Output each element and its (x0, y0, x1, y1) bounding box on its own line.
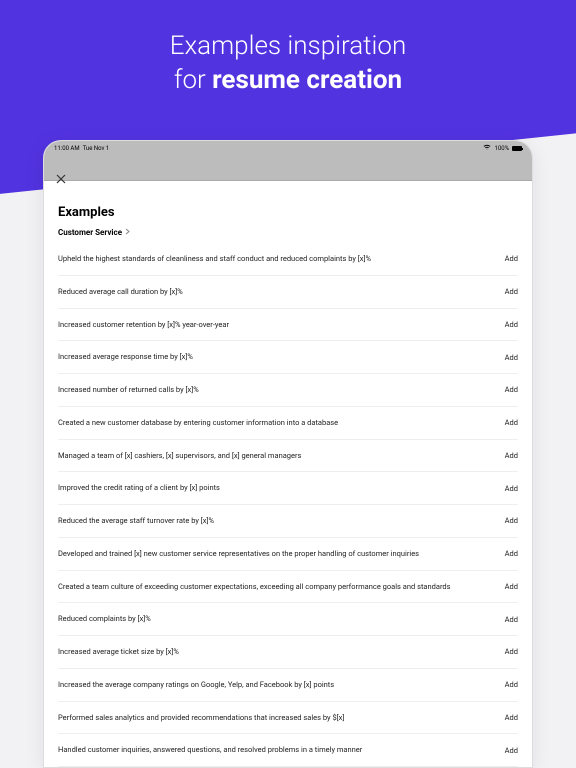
example-row: Improved the credit rating of a client b… (58, 472, 518, 505)
category-selector[interactable]: Customer Service (58, 228, 518, 243)
add-button[interactable]: Add (505, 451, 518, 460)
example-row: Reduced average call duration by [x]% Add (58, 276, 518, 309)
example-text: Increased number of returned calls by [x… (58, 385, 495, 395)
close-icon[interactable] (56, 173, 66, 187)
example-row: Performed sales analytics and provided r… (58, 702, 518, 735)
add-button[interactable]: Add (505, 549, 518, 558)
example-row: Increased average response time by [x]% A… (58, 341, 518, 374)
examples-list: Upheld the highest standards of cleanlin… (58, 243, 518, 767)
hero-line2-prefix: for (174, 65, 212, 95)
example-row: Upheld the highest standards of cleanlin… (58, 243, 518, 276)
example-row: Increased average ticket size by [x]% Add (58, 636, 518, 669)
add-button[interactable]: Add (505, 484, 518, 493)
add-button[interactable]: Add (505, 647, 518, 656)
wifi-icon (483, 144, 491, 152)
add-button[interactable]: Add (505, 713, 518, 722)
example-text: Developed and trained [x] new customer s… (58, 549, 495, 559)
modal-title: Examples (58, 205, 518, 220)
status-bar: 11:00 AM Tue Nov 1 100% (44, 141, 532, 155)
example-text: Reduced the average staff turnover rate … (58, 516, 495, 526)
hero-line1: Examples inspiration (170, 31, 407, 61)
example-row: Reduced the average staff turnover rate … (58, 505, 518, 538)
example-row: Handled customer inquiries, answered que… (58, 734, 518, 767)
example-text: Created a new customer database by enter… (58, 418, 495, 428)
hero-title: Examples inspiration for resume creation (0, 0, 576, 98)
add-button[interactable]: Add (505, 254, 518, 263)
add-button[interactable]: Add (505, 320, 518, 329)
battery-icon (512, 146, 522, 151)
example-text: Created a team culture of exceeding cust… (58, 582, 495, 592)
category-label: Customer Service (58, 228, 122, 237)
add-button[interactable]: Add (505, 746, 518, 755)
tablet-frame: 11:00 AM Tue Nov 1 100% Examples Custome… (43, 140, 533, 768)
example-row: Increased customer retention by [x]% yea… (58, 309, 518, 342)
example-text: Increased average response time by [x]% (58, 352, 495, 362)
example-text: Increased customer retention by [x]% yea… (58, 320, 495, 330)
example-text: Managed a team of [x] cashiers, [x] supe… (58, 451, 495, 461)
add-button[interactable]: Add (505, 353, 518, 362)
add-button[interactable]: Add (505, 615, 518, 624)
add-button[interactable]: Add (505, 680, 518, 689)
add-button[interactable]: Add (505, 516, 518, 525)
add-button[interactable]: Add (505, 582, 518, 591)
example-text: Increased the average company ratings on… (58, 680, 495, 690)
example-row: Managed a team of [x] cashiers, [x] supe… (58, 440, 518, 473)
example-text: Handled customer inquiries, answered que… (58, 745, 495, 755)
example-row: Increased the average company ratings on… (58, 669, 518, 702)
add-button[interactable]: Add (505, 287, 518, 296)
example-text: Reduced complaints by [x]% (58, 614, 495, 624)
example-text: Improved the credit rating of a client b… (58, 483, 495, 493)
example-text: Performed sales analytics and provided r… (58, 713, 495, 723)
add-button[interactable]: Add (505, 418, 518, 427)
example-row: Increased number of returned calls by [x… (58, 374, 518, 407)
battery-percent: 100% (494, 145, 509, 152)
example-text: Increased average ticket size by [x]% (58, 647, 495, 657)
examples-modal: Examples Customer Service Upheld the hig… (44, 181, 532, 767)
chevron-right-icon (125, 228, 130, 237)
status-date: Tue Nov 1 (83, 145, 110, 152)
example-row: Created a team culture of exceeding cust… (58, 571, 518, 604)
example-row: Developed and trained [x] new customer s… (58, 538, 518, 571)
example-row: Created a new customer database by enter… (58, 407, 518, 440)
add-button[interactable]: Add (505, 385, 518, 394)
hero-line2-bold: resume creation (212, 65, 402, 95)
example-row: Reduced complaints by [x]% Add (58, 603, 518, 636)
example-text: Upheld the highest standards of cleanlin… (58, 254, 495, 264)
example-text: Reduced average call duration by [x]% (58, 287, 495, 297)
status-time: 11:00 AM (54, 145, 80, 152)
nav-bar (44, 155, 532, 181)
